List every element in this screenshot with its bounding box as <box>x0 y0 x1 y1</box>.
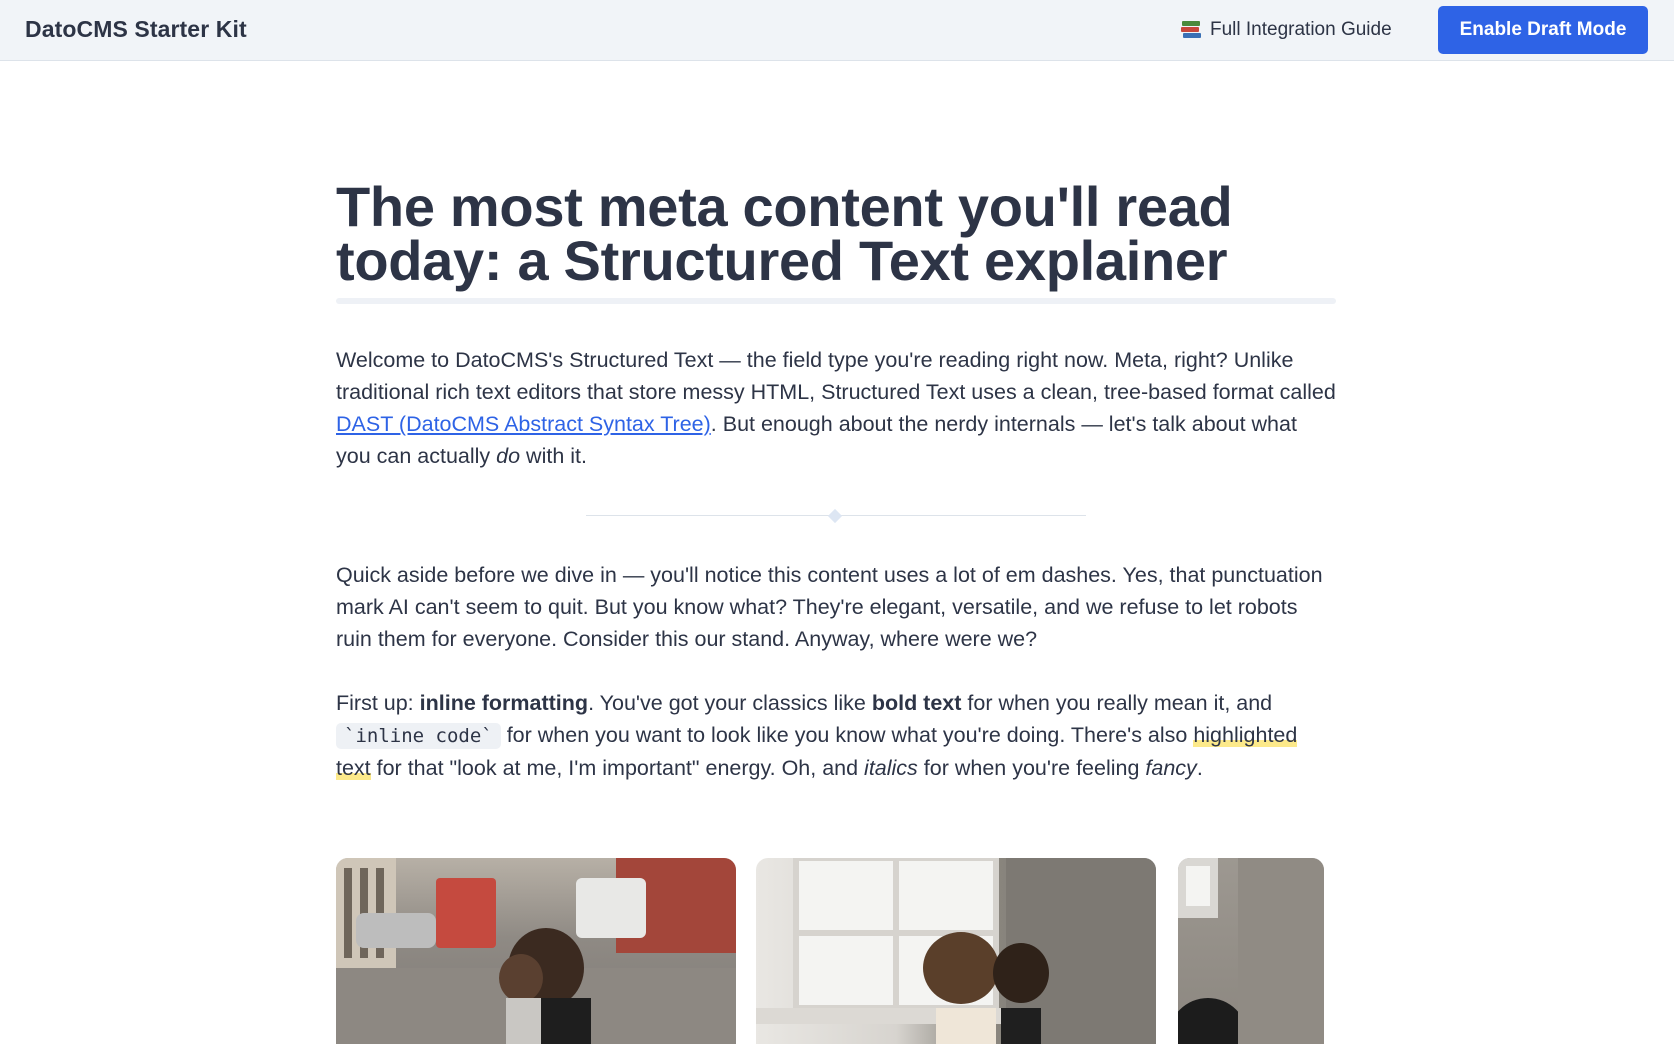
formatting-text-7: . <box>1196 756 1203 780</box>
formatting-text-3: for when you really mean it, and <box>961 691 1273 715</box>
italics-sample: italics <box>864 756 918 780</box>
street-photo-illustration <box>336 858 736 1044</box>
formatting-text-6: for when you're feeling <box>917 756 1146 780</box>
formatting-text-2: . You've got your classics like <box>588 691 872 715</box>
article: The most meta content you'll read today:… <box>336 175 1336 780</box>
image-gallery[interactable] <box>336 858 1324 1044</box>
full-integration-guide-link[interactable]: Full Integration Guide <box>1180 19 1392 41</box>
brand-logo-text[interactable]: DatoCMS Starter Kit <box>25 16 247 43</box>
formatting-text-1: First up: <box>336 691 420 715</box>
formatting-text-5: for that "look at me, I'm important" ene… <box>370 756 865 780</box>
bold-text-sample: bold text <box>871 691 962 715</box>
gallery-photo-street[interactable] <box>336 858 736 1044</box>
gallery-photo-window[interactable] <box>756 858 1156 1044</box>
diamond-icon <box>827 508 843 524</box>
inline-code-sample: `inline code` <box>336 723 501 749</box>
formatting-text-4: for when you want to look like you know … <box>500 723 1194 747</box>
title-underline <box>336 298 1336 304</box>
fancy-italic: fancy <box>1145 756 1197 780</box>
window-photo-illustration <box>756 858 1156 1044</box>
em-dash-paragraph: Quick aside before we dive in — you'll n… <box>336 563 1323 651</box>
books-icon <box>1180 19 1202 41</box>
dast-link[interactable]: DAST (DatoCMS Abstract Syntax Tree) <box>336 412 711 436</box>
intro-text-3: with it. <box>520 444 587 468</box>
enable-draft-mode-button[interactable]: Enable Draft Mode <box>1438 6 1648 54</box>
top-navbar: DatoCMS Starter Kit Full Integration Gui… <box>0 0 1674 61</box>
inline-formatting-paragraph: First up: inline formatting. You've got … <box>336 687 1336 784</box>
partial-photo-illustration <box>1178 858 1324 1044</box>
guide-link-label: Full Integration Guide <box>1210 19 1392 40</box>
intro-text-1: Welcome to DatoCMS's Structured Text — t… <box>336 348 1336 404</box>
bold-inline-formatting: inline formatting <box>419 691 589 715</box>
section-divider <box>586 508 1086 524</box>
gallery-photo-partial[interactable] <box>1178 858 1324 1044</box>
page-title: The most meta content you'll read today:… <box>336 175 1233 292</box>
intro-emphasis: do <box>496 444 521 468</box>
intro-paragraph: Welcome to DatoCMS's Structured Text — t… <box>336 344 1336 472</box>
